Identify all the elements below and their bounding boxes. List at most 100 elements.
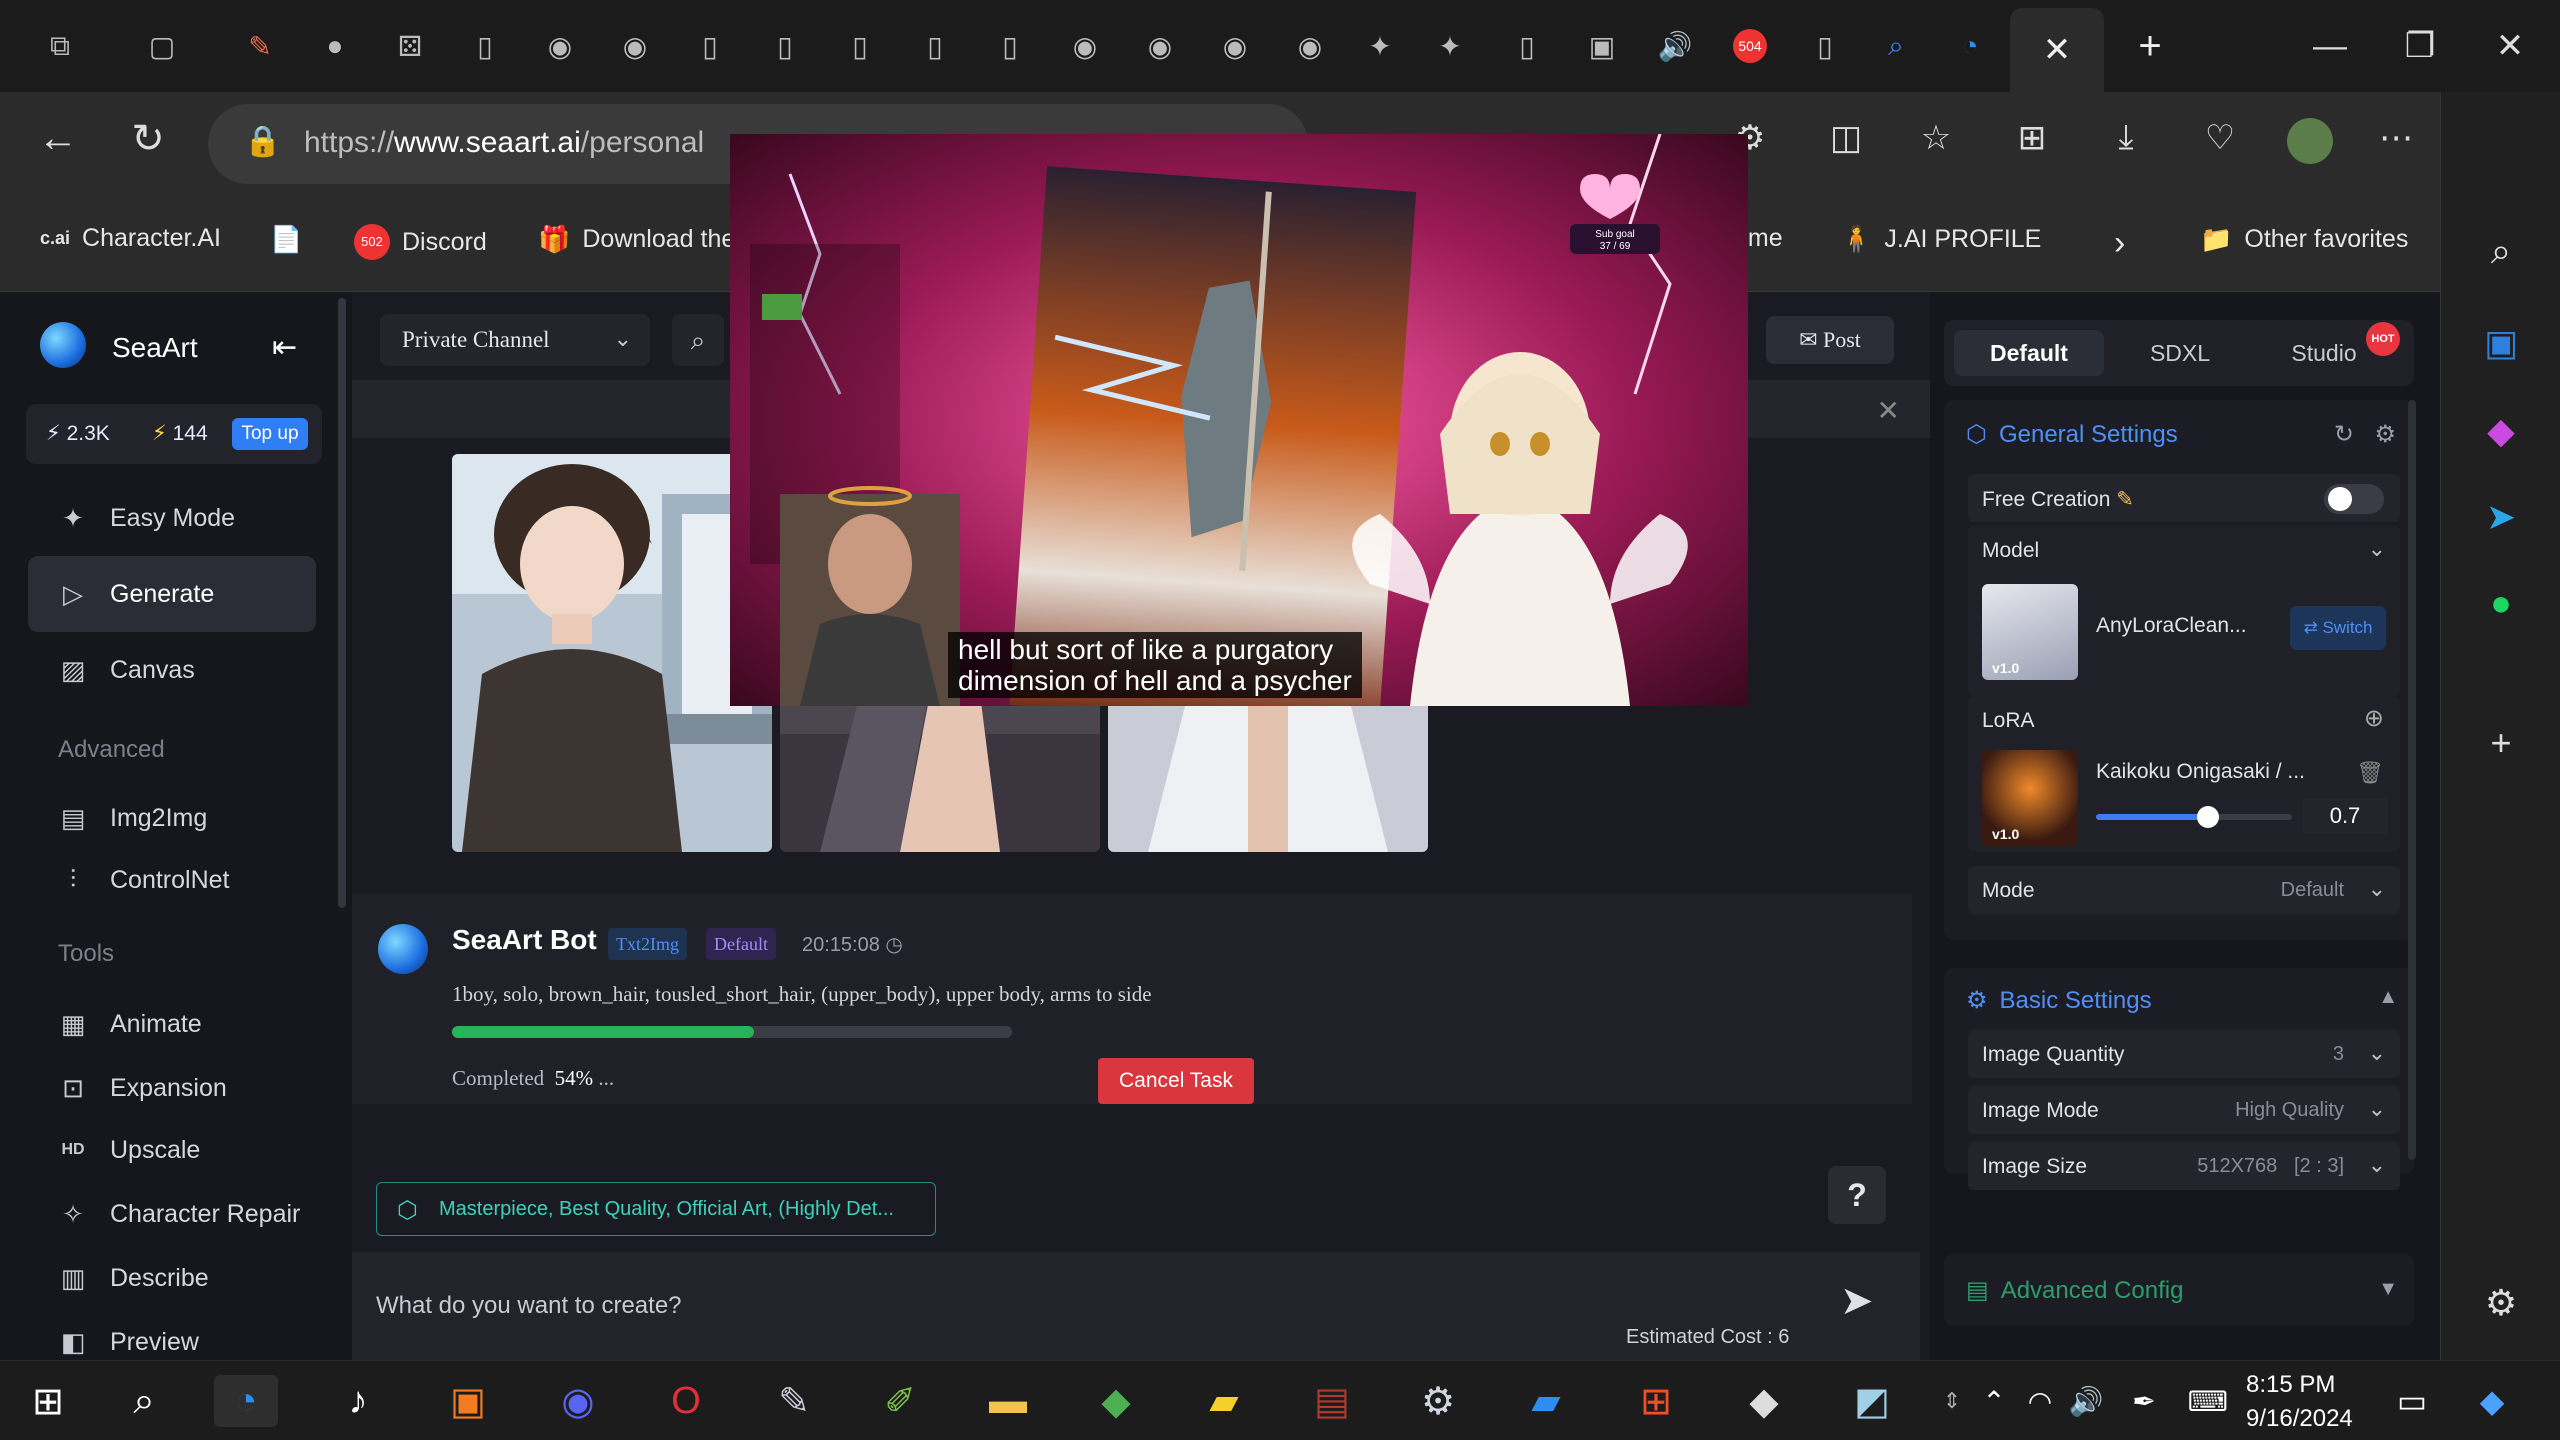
discord-icon[interactable]: ◉	[546, 1375, 610, 1427]
switch-model-button[interactable]: ⇄ Switch	[2290, 606, 2386, 650]
tab-seaart-icon[interactable]: ◉	[1130, 14, 1190, 78]
lora-weight-slider[interactable]	[2096, 806, 2292, 828]
app-blue-icon[interactable]: ◩	[1840, 1375, 1904, 1427]
trash-icon[interactable]: 🗑	[2356, 760, 2384, 786]
microsoft-store-icon[interactable]: ⊞	[1624, 1375, 1688, 1427]
settings-gear-icon[interactable]: ⚙	[2441, 1282, 2560, 1324]
tab-pip-icon[interactable]: ▣	[1572, 14, 1632, 78]
reset-icon[interactable]: ↻	[2334, 420, 2354, 449]
outlook-icon[interactable]: ▣	[2441, 322, 2560, 364]
workspaces-icon[interactable]: ⧉	[30, 14, 90, 78]
chevron-up-icon[interactable]: ▲	[2378, 986, 2398, 1009]
image-quantity-row[interactable]: Image Quantity 3 ⌄	[1968, 1030, 2400, 1078]
lora-thumbnail[interactable]: v1.0	[1982, 750, 2078, 846]
favorite-discord[interactable]: 502 Discord	[354, 224, 487, 260]
collections-icon[interactable]: ⊞	[2004, 118, 2060, 158]
favorite-jai-profile[interactable]: 🧍 J.AI PROFILE	[1840, 224, 2041, 255]
tab-creature-icon[interactable]: ✦	[1420, 14, 1480, 78]
add-lora-icon[interactable]: ⊕	[2364, 704, 2384, 733]
tab-dice-icon[interactable]: ⚄	[380, 14, 440, 78]
image-size-row[interactable]: Image Size 512X768 [2 : 3] ⌄	[1968, 1142, 2400, 1190]
tab-sdxl[interactable]: SDXL	[2110, 330, 2250, 376]
split-screen-icon[interactable]: ◫	[1818, 118, 1874, 158]
nav-preview[interactable]: ◧ Preview	[28, 1304, 316, 1360]
collapse-sidebar-icon[interactable]: ⇤	[272, 330, 297, 365]
tab-search-icon[interactable]: ⌕	[1866, 14, 1926, 78]
image-mode-row[interactable]: Image Mode High Quality ⌄	[1968, 1086, 2400, 1134]
tab-notes-icon[interactable]: ✎	[230, 14, 290, 78]
restore-button[interactable]: ❐	[2375, 22, 2465, 70]
window-close-button[interactable]: ✕	[2465, 22, 2555, 70]
tab-page-icon[interactable]: ▯	[1497, 14, 1557, 78]
copilot-icon[interactable]: ◆	[2460, 1375, 2524, 1427]
mode-row[interactable]: Mode Default ⌄	[1968, 866, 2400, 914]
tab-page-icon[interactable]: ▯	[905, 14, 965, 78]
add-sidebar-app-icon[interactable]: +	[2441, 722, 2560, 764]
tab-seaart-icon[interactable]: ◉	[605, 14, 665, 78]
help-button[interactable]: ?	[1828, 1166, 1886, 1224]
lora-weight-input[interactable]: 0.7	[2302, 798, 2388, 834]
browser-essentials-icon[interactable]: ♡	[2192, 118, 2248, 158]
panel-scrollbar[interactable]	[2408, 400, 2416, 1160]
favorite-download[interactable]: 🎁 Download the	[538, 224, 735, 255]
tab-page-icon[interactable]: ▯	[755, 14, 815, 78]
downloads-icon[interactable]: ⤓	[2098, 118, 2154, 157]
new-tab-button[interactable]: +	[2120, 14, 2180, 78]
prompt-input[interactable]: What do you want to create?	[376, 1292, 682, 1320]
paint-icon[interactable]: ✎	[762, 1375, 826, 1427]
send-icon[interactable]: ➤	[1840, 1278, 1874, 1324]
nav-generate[interactable]: ▷ Generate	[28, 556, 316, 632]
nav-canvas[interactable]: ▨ Canvas	[28, 632, 316, 708]
close-tab-button[interactable]: ✕	[2010, 8, 2104, 92]
tab-dark-icon[interactable]: ●	[305, 14, 365, 78]
volume-icon[interactable]: 🔊	[2054, 1375, 2118, 1427]
tab-page-icon[interactable]: ▯	[680, 14, 740, 78]
cancel-task-button[interactable]: Cancel Task	[1098, 1058, 1254, 1104]
windows-start-icon[interactable]: ⊞	[16, 1375, 80, 1427]
tab-seaart-icon[interactable]: ◉	[1055, 14, 1115, 78]
roblox-studio-icon[interactable]: ▰	[1514, 1375, 1578, 1427]
tab-discord-icon[interactable]: 504	[1720, 14, 1780, 78]
channel-select[interactable]: Private Channel ⌄	[380, 314, 650, 366]
search-icon[interactable]: ⌕	[672, 314, 724, 366]
tab-default[interactable]: Default	[1954, 330, 2104, 376]
free-creation-toggle[interactable]	[2324, 484, 2384, 514]
minimize-button[interactable]: —	[2285, 22, 2375, 70]
telegram-icon[interactable]: ➤	[2441, 496, 2560, 538]
style-tag-pill[interactable]: ⬡ Masterpiece, Best Quality, Official Ar…	[376, 1182, 936, 1236]
favorites-icon[interactable]: ☆	[1908, 118, 1964, 158]
close-icon[interactable]: ✕	[1877, 394, 1900, 427]
refresh-icon[interactable]: ↻	[120, 116, 176, 162]
roblox-icon[interactable]: ◆	[1732, 1375, 1796, 1427]
post-button[interactable]: ✉ Post	[1766, 316, 1894, 364]
bluestacks-icon[interactable]: ◆	[1084, 1375, 1148, 1427]
tab-seaart-icon[interactable]: ◉	[1280, 14, 1340, 78]
tab-page-icon[interactable]: ▯	[830, 14, 890, 78]
tab-actions-icon[interactable]: ▢	[132, 14, 192, 78]
general-settings-title[interactable]: ⬡ General Settings	[1966, 420, 2178, 449]
tab-seaart-icon[interactable]: ◉	[1205, 14, 1265, 78]
steam-icon[interactable]: ⚙	[1406, 1375, 1470, 1427]
nav-controlnet[interactable]: ⫶ ControlNet	[28, 842, 316, 918]
settings-gear-icon[interactable]: ⚙	[2374, 420, 2396, 449]
sticky-notes-icon[interactable]: ▰	[1192, 1375, 1256, 1427]
app-orange-icon[interactable]: ▣	[436, 1375, 500, 1427]
model-thumbnail[interactable]: v1.0	[1982, 584, 2078, 680]
spotify-icon[interactable]: ●	[2441, 582, 2560, 624]
tab-creature-icon[interactable]: ✦	[1350, 14, 1410, 78]
generated-image[interactable]	[452, 454, 772, 852]
search-icon[interactable]: ⌕	[2441, 230, 2560, 273]
winrar-icon[interactable]: ▤	[1300, 1375, 1364, 1427]
more-menu-icon[interactable]: ⋯	[2368, 118, 2424, 158]
keyboard-icon[interactable]: ⌨	[2176, 1375, 2240, 1427]
favorite-character-ai[interactable]: c.ai Character.AI	[40, 224, 221, 253]
top-up-button[interactable]: Top up	[232, 418, 308, 450]
advanced-config-card[interactable]: ▤ Advanced Config ▼	[1944, 1254, 2414, 1326]
more-favorites-chevron-icon[interactable]: ›	[2114, 224, 2125, 263]
other-favorites[interactable]: 📁 Other favorites	[2200, 224, 2408, 255]
basic-settings-title[interactable]: ⚙ Basic Settings	[1966, 986, 2152, 1015]
tab-page-icon[interactable]: ▯	[1795, 14, 1855, 78]
search-icon[interactable]: ⌕	[112, 1375, 176, 1427]
profile-avatar[interactable]	[2282, 118, 2338, 173]
tab-page-icon[interactable]: ▯	[455, 14, 515, 78]
